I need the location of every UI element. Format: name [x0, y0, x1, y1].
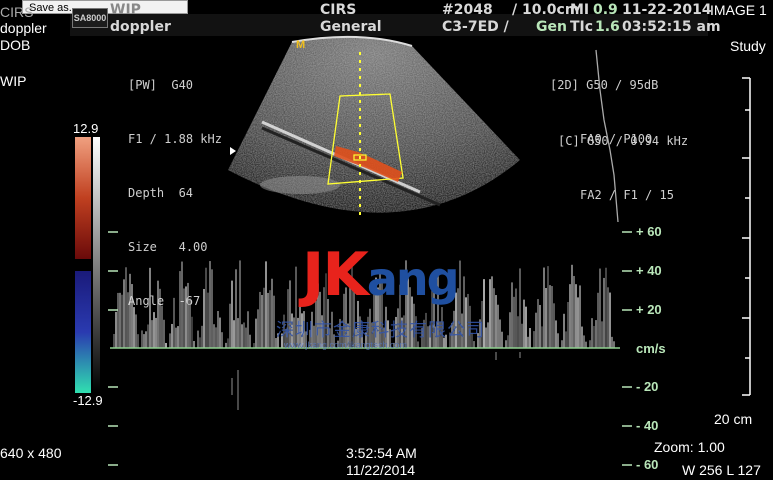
velocity-label: - 40: [636, 418, 659, 433]
physio-trace: [595, 49, 619, 223]
velocity-label: + 60: [636, 224, 662, 239]
footer-capture-date: 11/22/2014: [346, 462, 416, 478]
orientation-marker: M: [296, 39, 305, 51]
velocity-label: - 20: [636, 379, 659, 394]
footer-resolution: 640 x 480: [0, 445, 62, 461]
color-bar-positive: [75, 137, 91, 259]
color-bar-bottom-value: -12.9: [73, 393, 103, 408]
velocity-label: - 60: [636, 457, 659, 472]
depth-scale-label: 20 cm: [714, 411, 753, 427]
watermark-company: 深圳市金康科技有限公司: [276, 320, 485, 341]
watermark-letters-ang: ang: [366, 252, 460, 306]
footer-capture-time: 3:52:54 AM: [346, 445, 417, 461]
zoom-label: Zoom: 1.00: [654, 439, 725, 455]
velocity-unit-label: cm/s: [636, 341, 666, 356]
watermark-logo: JKang: [302, 245, 460, 309]
gray-bar: [93, 137, 100, 393]
depth-ruler: [742, 77, 751, 396]
velocity-label: + 40: [636, 263, 662, 278]
watermark-url: www.jkang.com/jkangtech.com: [284, 340, 408, 350]
velocity-label: + 20: [636, 302, 662, 317]
ultrasound-canvas: M: [75, 35, 751, 466]
window-level-label: W 256 L 127: [682, 462, 761, 478]
bmode-sector: [228, 35, 520, 213]
watermark-letter-j: J: [302, 240, 324, 310]
orientation-arrow-icon: [230, 147, 236, 155]
watermark-letter-k: K: [322, 240, 368, 310]
color-bar-top-value: 12.9: [73, 121, 99, 136]
color-bar-negative: [75, 271, 91, 393]
